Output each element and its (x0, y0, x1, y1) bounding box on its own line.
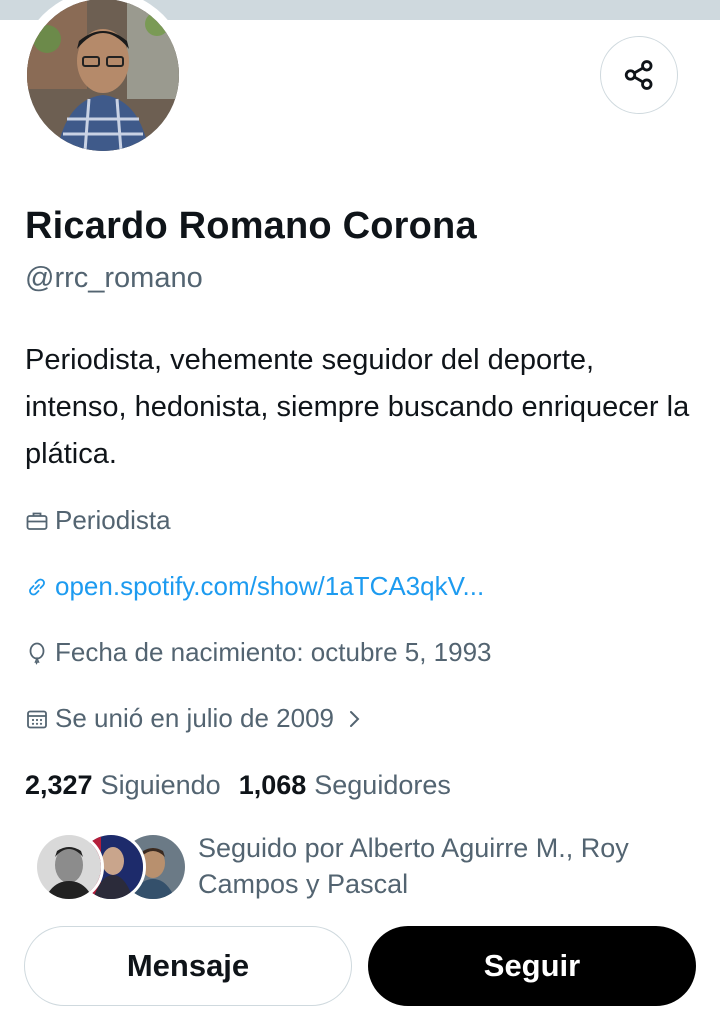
following-label: Siguiendo (100, 770, 221, 800)
share-button[interactable] (600, 36, 678, 114)
chevron-right-icon (350, 710, 360, 727)
display-name: Ricardo Romano Corona (25, 205, 477, 247)
followers-count: 1,068 (238, 770, 307, 800)
briefcase-icon (26, 512, 48, 530)
mutual-avatar (34, 832, 104, 902)
share-icon (624, 60, 653, 90)
balloon-icon (29, 642, 45, 665)
profile-bio: Periodista, vehemente seguidor del depor… (25, 344, 690, 470)
following-count: 2,327 (25, 770, 93, 800)
followers-label: Seguidores (314, 770, 451, 800)
avatar-image (27, 0, 179, 151)
following-stat[interactable]: 2,327 Siguiendo (25, 770, 221, 801)
followers-stat[interactable]: 1,068 Seguidores (239, 770, 451, 801)
birthdate-text: Fecha de nacimiento: octubre 5, 1993 (55, 637, 492, 667)
birthdate-row: Fecha de nacimiento: octubre 5, 1993 (25, 637, 492, 668)
joined-text: Se unió en julio de 2009 (55, 703, 335, 733)
message-button[interactable]: Mensaje (24, 926, 352, 1006)
joined-row[interactable]: Se unió en julio de 2009 (25, 703, 372, 734)
link-icon (29, 578, 45, 595)
profession-text: Periodista (55, 505, 171, 535)
follow-button[interactable]: Seguir (368, 926, 696, 1006)
profile-link[interactable]: open.spotify.com/show/1aTCA3qkV... (55, 571, 484, 602)
profile-link-row[interactable]: open.spotify.com/show/1aTCA3qkV... (25, 571, 484, 602)
profession-row: Periodista (25, 505, 171, 536)
avatar[interactable] (27, 0, 179, 151)
mutual-avatar-image (37, 835, 101, 899)
followed-by-text[interactable]: Seguido por Alberto Aguirre M., Roy Camp… (198, 830, 678, 902)
mutual-followers-avatars[interactable] (34, 832, 188, 902)
calendar-icon (27, 710, 47, 728)
follow-stats: 2,327 Siguiendo 1,068 Seguidores (25, 770, 451, 801)
profile-avatar-frame (18, 0, 188, 160)
user-handle: @rrc_romano (25, 262, 203, 294)
